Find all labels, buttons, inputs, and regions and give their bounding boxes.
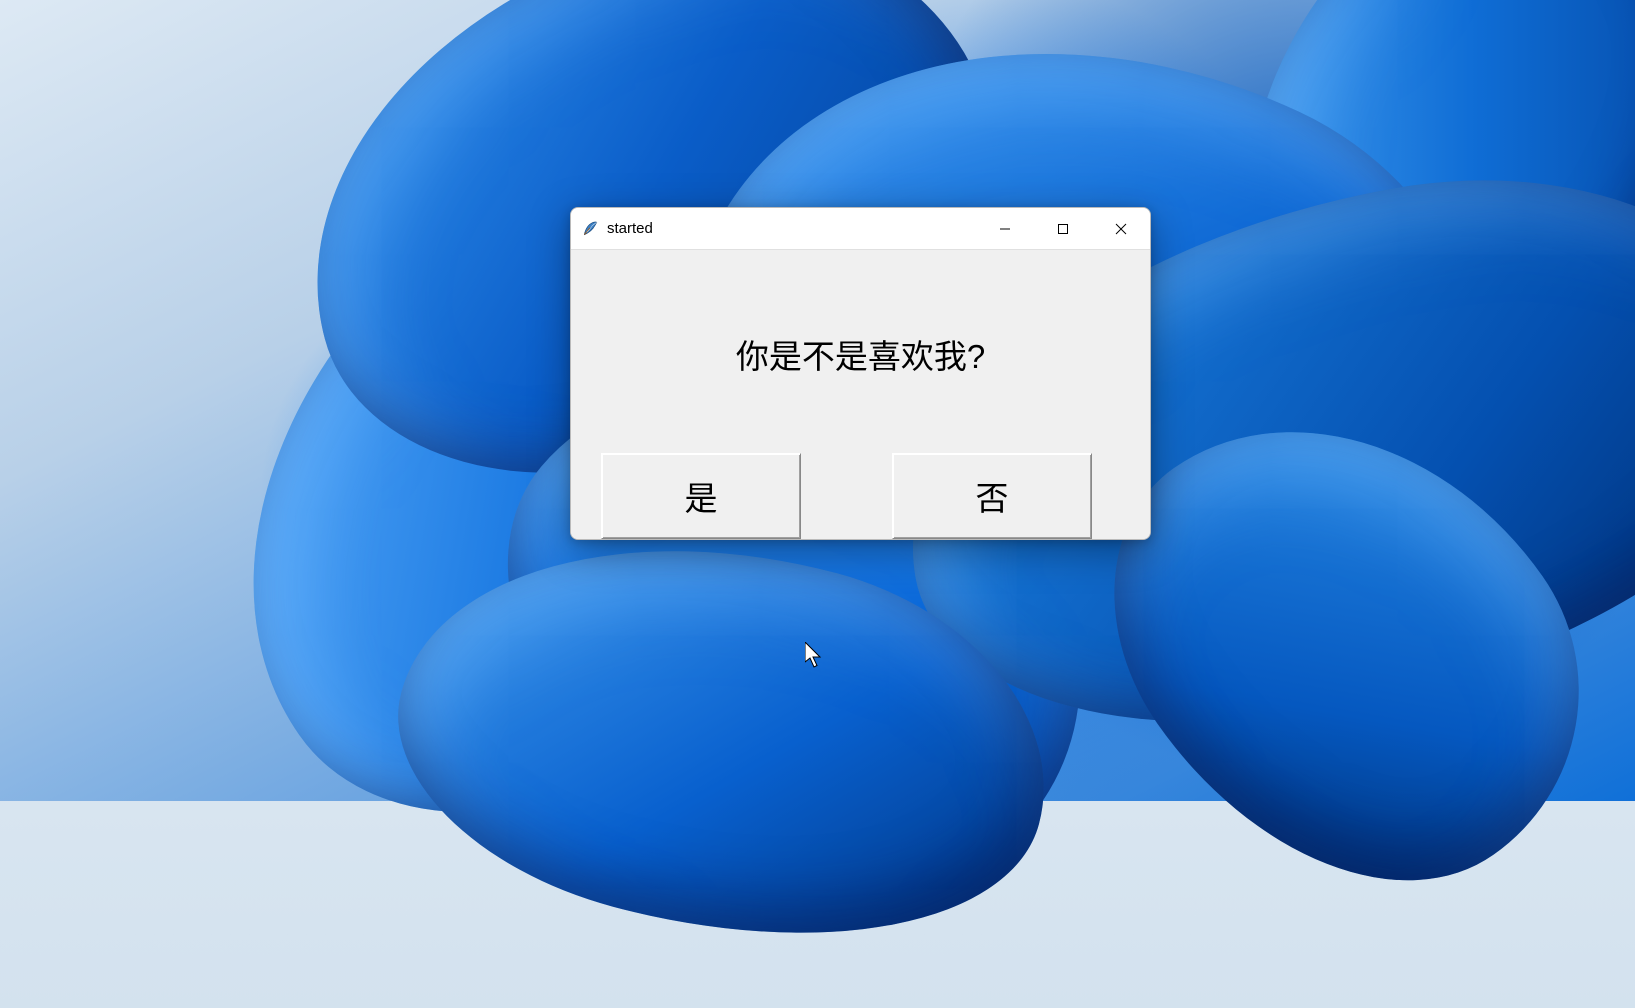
close-button[interactable] [1092,208,1150,249]
desktop-background: started 你是不是喜欢我? 是 否 [0,0,1635,801]
maximize-icon [1057,223,1069,235]
window-titlebar[interactable]: started [571,208,1150,250]
buttons-row: 是 否 [571,453,1150,539]
window-title: started [607,220,976,237]
maximize-button[interactable] [1034,208,1092,249]
tk-feather-icon [581,220,599,238]
window-controls [976,208,1150,249]
minimize-icon [999,223,1011,235]
question-label: 你是不是喜欢我? [571,250,1150,453]
dialog-window: started 你是不是喜欢我? 是 否 [570,207,1151,540]
minimize-button[interactable] [976,208,1034,249]
close-icon [1115,223,1127,235]
window-body: 你是不是喜欢我? 是 否 [571,250,1150,539]
yes-button[interactable]: 是 [601,453,801,539]
no-button[interactable]: 否 [892,453,1092,539]
